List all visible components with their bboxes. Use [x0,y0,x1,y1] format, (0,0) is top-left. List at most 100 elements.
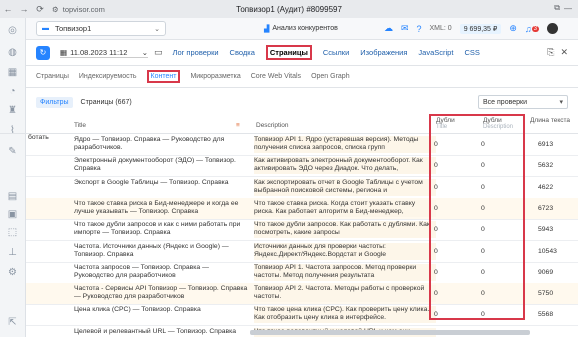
row-dup-title: 0 [434,247,438,255]
filter-icon[interactable]: ≡ [236,122,240,129]
row-dup-title: 0 [434,162,438,170]
sub-tabs: Страницы Индексируемость Контент Микрора… [26,66,578,88]
project-name: Топвизор1 [55,24,92,33]
calendar-icon: ▦ [60,47,68,57]
minimize-icon[interactable]: — [564,4,572,13]
row-text-length: 6913 [538,141,554,148]
row-dup-title: 0 [434,268,438,276]
row-title: Целевой и релевантный URL — Топвизор. Сп… [74,327,237,335]
row-dup-title: 0 [434,183,438,191]
address-bar[interactable]: ⚙ topvisor.com [52,5,105,14]
xml-limit[interactable]: XML: 0 [430,25,452,32]
col-length-header[interactable]: Длина текста [530,117,572,124]
competitors-link[interactable]: ▟ Анализ конкурентов [264,25,338,33]
site-info-icon[interactable]: ⚙ [52,5,59,14]
row-dup-description: 0 [481,311,485,319]
col-dup-desc-header[interactable]: Дубли Description [483,117,513,131]
positions-icon[interactable]: ▦ [6,66,19,78]
date-selector[interactable]: ▦ 11.08.2023 11:12 ⌄ [60,48,148,58]
toolbar-right: ⎘ ✕ [547,47,568,58]
forward-icon[interactable]: → [16,4,32,14]
col-description-header[interactable]: Description [256,122,289,129]
tab-links[interactable]: Ссылки [323,48,349,57]
project-selector[interactable]: ▬ Топвизор1 ⌄ [36,21,166,36]
row-title: Ядро — Топвизор. Справка — Руководство д… [74,136,225,151]
table-header: Title ≡ Description Дубли Title Дубли De… [0,114,578,134]
row-text-length: 5568 [538,311,554,319]
back-icon[interactable]: ← [0,4,16,14]
col-dup-title-header[interactable]: Дубли Title [436,117,455,131]
dup-desc-label: Дубли [483,117,502,124]
row-dup-description: 0 [481,183,485,191]
row-dup-description: 0 [481,141,485,148]
row-dup-description: 0 [481,226,485,234]
help-icon[interactable]: ? [417,24,422,34]
monitor-icon[interactable]: ▭ [154,47,163,58]
table-row[interactable]: Цена клика (CPC) — Топвизор. Справка Что … [26,304,578,327]
col-title-header[interactable]: Title [74,122,86,129]
row-title: Экспорт в Google Таблицы — Топвизор. Спр… [74,178,229,186]
row-title: Цена клика (CPC) — Топвизор. Справка [74,306,201,314]
tab-pages[interactable]: Страницы [265,45,312,60]
refresh-icon: ↻ [39,48,47,57]
subtab-pages[interactable]: Страницы [36,73,69,80]
horizontal-scrollbar[interactable] [250,330,530,335]
notification-count: 3 [531,25,539,32]
subtab-indexability[interactable]: Индексируемость [79,73,137,80]
mail-icon[interactable]: ✉ [401,23,409,34]
row-text-length: 6723 [538,204,554,212]
projects-icon[interactable]: ◍ [6,46,19,58]
table-row[interactable]: Ядро — Топвизор. Справка — Руководство д… [26,134,578,156]
row-dup-description: 0 [481,204,485,212]
row-dup-description: 0 [481,268,485,276]
filter-row: Фильтры Страницы (667) Все проверки ▾ [26,92,578,112]
tab-log[interactable]: Лог проверки [173,48,219,57]
row-description: Источники данных для проверки частоты: Я… [254,242,436,260]
folder-icon: ▬ [42,25,49,32]
row-dup-title: 0 [434,311,438,319]
account-tools: ☁ ✉ ? XML: 0 9 699,35 ₽ ⊕ ♫ 3 [384,23,558,34]
row-dup-title: 0 [434,204,438,212]
table-row[interactable]: Экспорт в Google Таблицы — Топвизор. Спр… [26,177,578,199]
row-text-length: 10543 [538,247,557,255]
checks-select[interactable]: Все проверки ▾ [478,95,568,109]
subtab-microdata[interactable]: Микроразметка [190,73,240,80]
balance-badge[interactable]: 9 699,35 ₽ [459,23,502,34]
tab-javascript[interactable]: JavaScript [418,48,453,57]
tab-summary[interactable]: Сводка [230,48,255,57]
row-title: Частота запросов — Топвизор. Справка — Р… [74,263,209,279]
reload-icon[interactable]: ⟳ [32,4,48,15]
date-value: 11.08.2023 11:12 [70,47,128,57]
table-row[interactable]: Что такое ставка риска в Бид-менеджере и… [26,197,578,220]
row-dup-title: 0 [434,226,438,234]
row-dup-description: 0 [481,162,485,170]
semantics-icon[interactable]: ◔ [6,85,19,97]
subtab-open-graph[interactable]: Open Graph [311,73,350,80]
settings-icon[interactable]: ✕ [560,47,568,58]
subtab-core-web-vitals[interactable]: Core Web Vitals [251,73,301,80]
table-row[interactable]: Частота - Сервисы API Топвизор — Топвизо… [26,283,578,306]
bell-icon[interactable]: ♫ [525,24,532,34]
subtab-content[interactable]: Контент [146,70,181,83]
row-title: Электронный документооборот (ЭДО) — Топв… [74,157,236,173]
table-row[interactable]: Что такое дубли запросов и как с ними ра… [26,219,578,242]
tab-images[interactable]: Изображения [360,48,407,57]
tab-css[interactable]: CSS [464,48,479,57]
cloud-icon[interactable]: ☁ [384,23,393,34]
row-dup-title: 0 [434,290,438,298]
add-icon[interactable]: ⊕ [509,23,517,34]
url-text: topvisor.com [62,4,105,14]
table-row[interactable]: Электронный документооборот (ЭДО) — Топв… [26,155,578,178]
row-dup-title: 0 [434,141,438,148]
row-description: Топвизор API 1. Частота запросов. Метод … [254,263,436,281]
table-row[interactable]: Частота. Источники данных (Яндекс и Goog… [26,241,578,263]
avatar[interactable] [547,23,558,34]
filters-tab[interactable]: Фильтры [36,96,73,108]
refresh-button[interactable]: ↻ [36,45,50,60]
export-icon[interactable]: ⎘ [547,47,554,58]
row-text-length: 5750 [538,290,554,298]
table-row[interactable]: Частота запросов — Топвизор. Справка — Р… [26,262,578,284]
row-title: Что такое дубли запросов и как с ними ра… [74,221,241,237]
extensions-icon[interactable]: ⧉ [554,3,560,13]
topvisor-logo-icon[interactable]: ◎ [6,24,19,36]
